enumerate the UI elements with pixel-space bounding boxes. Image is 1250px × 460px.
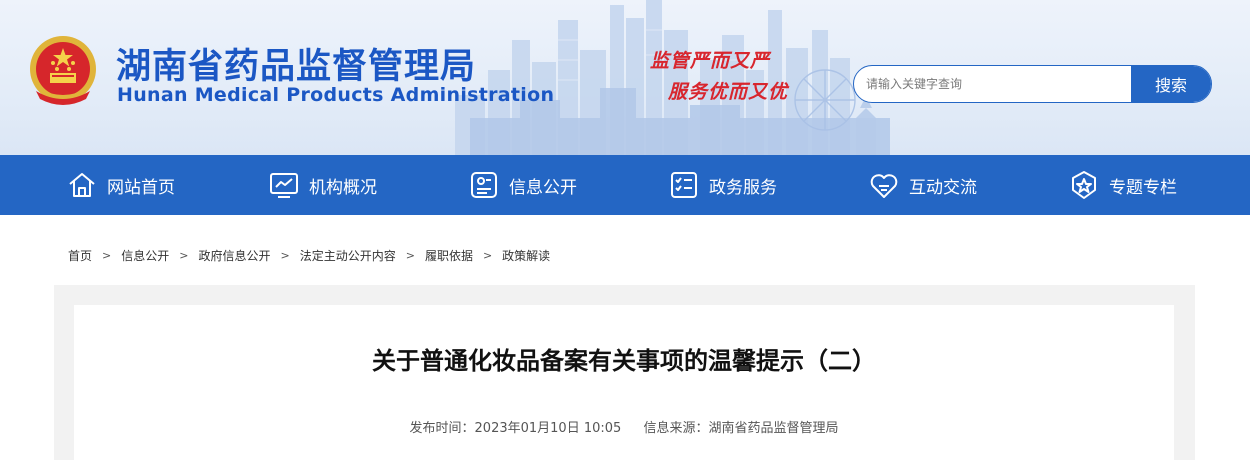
search-box: 搜索	[853, 65, 1212, 103]
breadcrumb-separator: >	[102, 249, 112, 262]
nav-item-services[interactable]: 政务服务	[668, 155, 777, 215]
breadcrumb-home[interactable]: 首页	[68, 247, 92, 264]
breadcrumb: 首页 > 信息公开 > 政府信息公开 > 法定主动公开内容 > 履职依据 > 政…	[68, 247, 550, 264]
chart-monitor-icon	[270, 173, 298, 198]
main-nav: 网站首页 机构概况 信息公开 政务服务 互动交流 专题专栏	[0, 155, 1250, 215]
header-banner: 湖南省药品监督管理局 Hunan Medical Products Admini…	[0, 0, 1250, 155]
article-card: 关于普通化妆品备案有关事项的温馨提示（二） 发布时间：2023年01月10日 1…	[74, 305, 1174, 460]
nav-label: 网站首页	[107, 177, 175, 198]
nav-label: 机构概况	[309, 177, 377, 198]
checklist-icon	[671, 172, 697, 198]
id-card-icon	[471, 172, 497, 198]
slogan-line-2: 服务优而又优	[668, 81, 789, 103]
breadcrumb-gov-info[interactable]: 政府信息公开	[198, 247, 270, 264]
article-meta: 发布时间：2023年01月10日 10:05 信息来源：湖南省药品监督管理局	[74, 417, 1174, 436]
info-source: 信息来源：湖南省药品监督管理局	[643, 421, 839, 436]
search-input[interactable]	[854, 66, 1131, 102]
star-badge-icon	[1072, 171, 1096, 199]
search-button[interactable]: 搜索	[1131, 66, 1211, 102]
heart-chat-icon	[870, 174, 898, 198]
national-emblem-icon	[30, 36, 96, 105]
breadcrumb-separator: >	[482, 249, 493, 262]
nav-label: 互动交流	[909, 177, 977, 198]
publish-time: 发布时间：2023年01月10日 10:05	[409, 421, 622, 436]
breadcrumb-statutory-content[interactable]: 法定主动公开内容	[300, 247, 396, 264]
breadcrumb-separator: >	[179, 249, 189, 262]
breadcrumb-separator: >	[280, 249, 290, 262]
nav-item-about[interactable]: 机构概况	[268, 155, 377, 215]
nav-item-topics[interactable]: 专题专栏	[1068, 155, 1177, 215]
breadcrumb-policy-interpretation[interactable]: 政策解读	[502, 247, 550, 264]
site-title-cn: 湖南省药品监督管理局	[116, 47, 477, 87]
slogan-line-1: 监管严而又严	[650, 50, 771, 72]
site-title-en: Hunan Medical Products Administration	[117, 84, 555, 106]
breadcrumb-info-public[interactable]: 信息公开	[121, 247, 169, 264]
nav-label: 专题专栏	[1109, 177, 1177, 198]
home-icon	[69, 173, 95, 197]
nav-item-home[interactable]: 网站首页	[66, 155, 175, 215]
breadcrumb-duty-basis[interactable]: 履职依据	[425, 247, 473, 264]
nav-label: 政务服务	[709, 177, 777, 198]
nav-label: 信息公开	[509, 177, 577, 198]
article-title: 关于普通化妆品备案有关事项的温馨提示（二）	[372, 347, 876, 375]
nav-item-info[interactable]: 信息公开	[468, 155, 577, 215]
breadcrumb-separator: >	[405, 249, 415, 262]
nav-item-interaction[interactable]: 互动交流	[868, 155, 977, 215]
